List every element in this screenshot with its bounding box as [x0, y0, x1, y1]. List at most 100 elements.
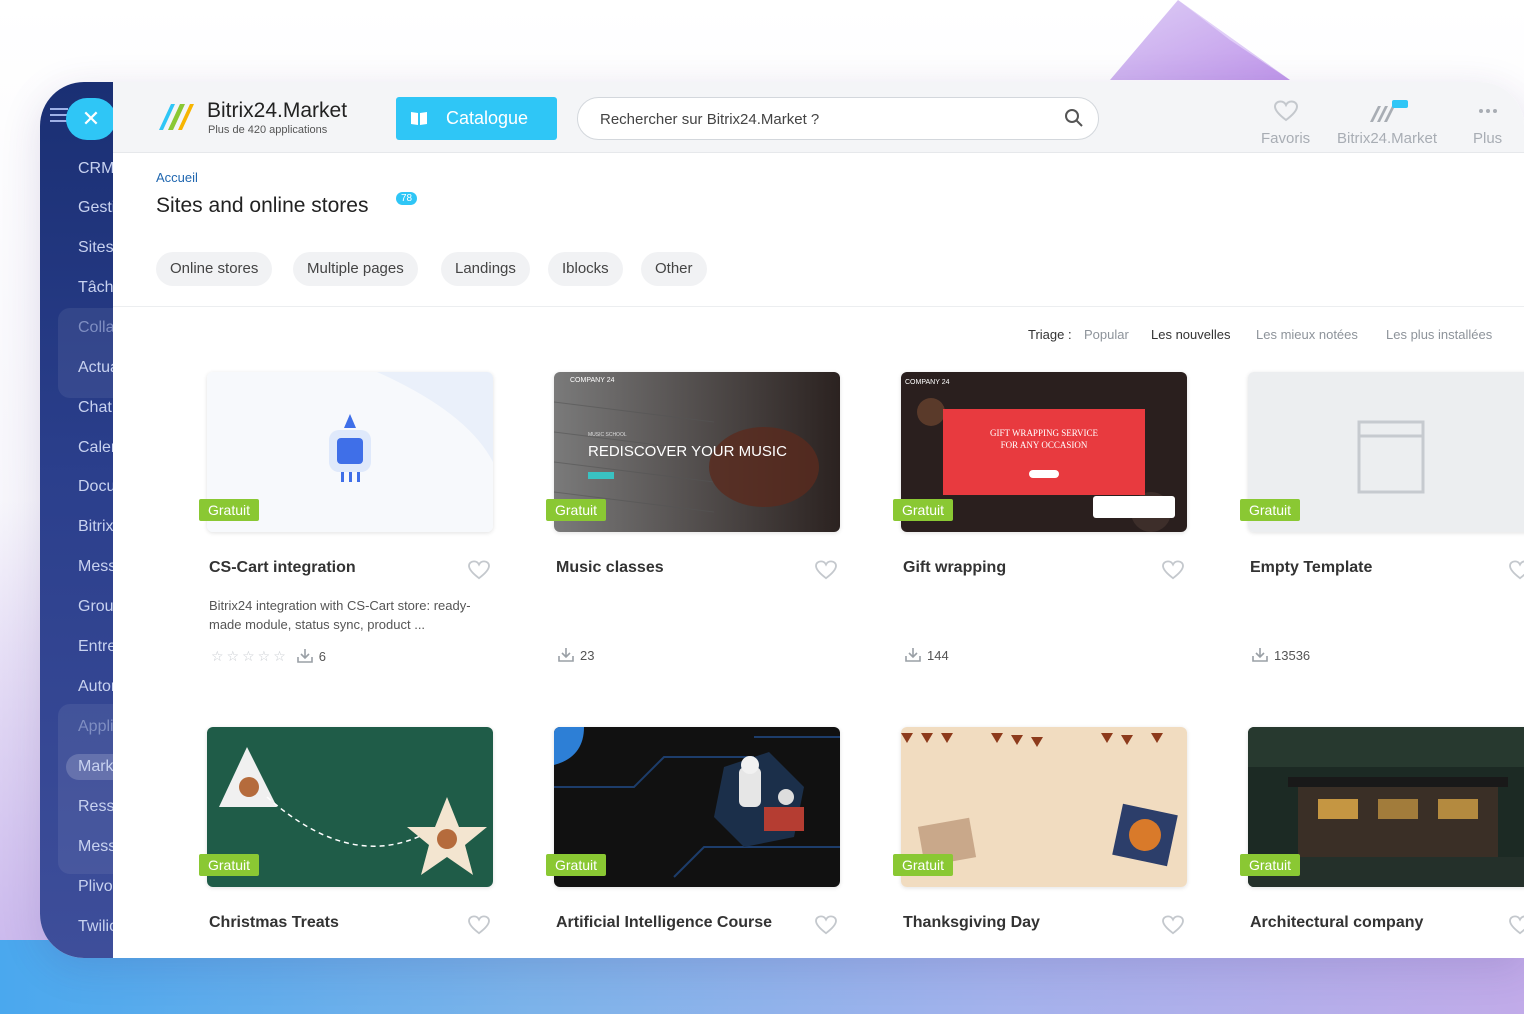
- sidebar-item-chat[interactable]: Chat: [78, 399, 113, 417]
- sidebar-item-messages[interactable]: Messages: [78, 838, 113, 856]
- card-title[interactable]: Architectural company: [1250, 914, 1423, 932]
- favorite-heart-icon[interactable]: [814, 560, 838, 585]
- free-badge: Gratuit: [199, 854, 260, 876]
- card-stats: 13536: [1252, 648, 1310, 665]
- install-count: 6: [318, 649, 326, 664]
- sidebar-item-crm[interactable]: CRM: [78, 160, 113, 178]
- install-count: 23: [580, 648, 595, 663]
- favorites-button[interactable]: Favoris: [1261, 100, 1310, 147]
- card-title[interactable]: Empty Template: [1250, 559, 1372, 577]
- market-header: Bitrix24.Market Plus de 420 applications…: [113, 82, 1524, 153]
- card-title[interactable]: Music classes: [556, 559, 664, 577]
- search-box[interactable]: [577, 97, 1099, 140]
- left-sidebar: ✕ CRM Gestion Sites Tâches Collaboration Actu…: [40, 82, 116, 958]
- close-button[interactable]: ✕: [66, 98, 116, 140]
- app-window: ✕ CRM Gestion Sites Tâches Collaboration Actu…: [40, 82, 1524, 958]
- sort-option-les-mieux-not-es[interactable]: Les mieux notées: [1256, 327, 1358, 342]
- crystal-decoration: [1110, 0, 1290, 80]
- sidebar-item-entreprise[interactable]: Entreprise: [78, 638, 113, 656]
- favorite-heart-icon[interactable]: [467, 915, 491, 940]
- market-home-label: Bitrix24.Market: [1337, 130, 1438, 147]
- favorite-heart-icon[interactable]: [1161, 560, 1185, 585]
- card-stats: 144: [905, 648, 949, 665]
- more-button[interactable]: Plus: [1473, 100, 1502, 147]
- sidebar-item-messagerie[interactable]: Messagerie: [78, 558, 113, 576]
- filter-chip-other[interactable]: Other: [641, 252, 707, 286]
- sort-option-popular[interactable]: Popular: [1084, 327, 1129, 342]
- favorite-heart-icon[interactable]: [814, 915, 838, 940]
- free-badge: Gratuit: [199, 499, 260, 521]
- favorite-heart-icon[interactable]: [1508, 560, 1524, 585]
- card-title[interactable]: Gift wrapping: [903, 559, 1006, 577]
- sidebar-item-sites[interactable]: Sites: [78, 239, 113, 257]
- catalogue-label: Catalogue: [446, 108, 529, 128]
- favorite-heart-icon[interactable]: [467, 560, 491, 585]
- sidebar-item-gestion[interactable]: Gestion: [78, 199, 113, 217]
- app-card-christmas-treats[interactable]: Gratuit Christmas Treats: [199, 727, 507, 958]
- sort-option-les-plus-install-es[interactable]: Les plus installées: [1386, 327, 1492, 342]
- logo-subtitle: Plus de 420 applications: [208, 124, 328, 136]
- sidebar-item-ressources[interactable]: Ressources: [78, 798, 113, 816]
- app-card-gift-wrapping[interactable]: GIFT WRAPPING SERVICE FOR ANY OCCASION C…: [893, 372, 1201, 672]
- filter-chip-online-stores[interactable]: Online stores: [156, 252, 273, 286]
- logo-title[interactable]: Bitrix24.Market: [207, 99, 347, 123]
- sidebar-item-market[interactable]: Market: [78, 758, 113, 776]
- sort-label: Triage :: [1028, 327, 1072, 342]
- svg-text:GIFT WRAPPING SERVICE: GIFT WRAPPING SERVICE: [990, 428, 1098, 438]
- svg-text:FOR ANY OCCASION: FOR ANY OCCASION: [1001, 440, 1088, 450]
- heart-icon: [1273, 100, 1298, 122]
- filter-chip-iblocks[interactable]: Iblocks: [548, 252, 623, 286]
- svg-text:COMPANY 24: COMPANY 24: [905, 379, 950, 386]
- favorite-heart-icon[interactable]: [1161, 915, 1185, 940]
- rating-stars-icon: ☆☆☆☆☆: [211, 648, 289, 664]
- search-icon[interactable]: [1064, 108, 1084, 128]
- favorites-label: Favoris: [1261, 130, 1311, 147]
- sidebar-item-groupes[interactable]: Groupes: [78, 598, 113, 616]
- card-title[interactable]: Artificial Intelligence Course: [556, 914, 772, 932]
- sidebar-item-applications[interactable]: Applications: [78, 718, 113, 736]
- install-count: 13536: [1274, 648, 1311, 663]
- more-dots-icon: [1478, 109, 1497, 113]
- app-card-artificial-intelligence-course[interactable]: Gratuit Artificial Intelligence Course: [546, 727, 854, 958]
- card-title[interactable]: CS-Cart integration: [209, 559, 356, 577]
- sidebar-item-documents[interactable]: Documents: [78, 478, 113, 496]
- free-badge: Gratuit: [893, 499, 954, 521]
- sidebar-item-calendrier[interactable]: Calendrier: [78, 439, 113, 457]
- market-home-button[interactable]: Bitrix24.Market: [1337, 100, 1437, 147]
- market-logo-icon: [1370, 100, 1409, 122]
- filter-chip-landings[interactable]: Landings: [441, 252, 530, 286]
- app-card-music-classes[interactable]: COMPANY 24 MUSIC SCHOOL REDISCOVER YOUR …: [546, 372, 854, 672]
- filter-chip-multiple-pages[interactable]: Multiple pages: [293, 252, 418, 286]
- card-stats: 23: [558, 648, 594, 665]
- sidebar-item-plivo[interactable]: Plivo: [78, 878, 113, 896]
- svg-text:REDISCOVER YOUR MUSIC: REDISCOVER YOUR MUSIC: [588, 443, 787, 460]
- svg-text:MUSIC SCHOOL: MUSIC SCHOOL: [588, 432, 627, 438]
- sidebar-item-twilio[interactable]: Twilio: [78, 918, 113, 936]
- sidebar-item-actualit-s[interactable]: Actualités: [78, 359, 113, 377]
- free-badge: Gratuit: [546, 499, 607, 521]
- install-count: 144: [927, 648, 949, 663]
- download-icon: [296, 649, 313, 666]
- card-title[interactable]: Christmas Treats: [209, 914, 339, 932]
- app-card-architectural-company[interactable]: Gratuit Architectural company: [1240, 727, 1524, 958]
- market-logo-icon[interactable]: [157, 100, 195, 132]
- catalogue-button[interactable]: Catalogue: [396, 97, 557, 140]
- sidebar-item-t-ches[interactable]: Tâches: [78, 279, 113, 297]
- favorite-heart-icon[interactable]: [1508, 915, 1524, 940]
- market-main: Bitrix24.Market Plus de 420 applications…: [113, 82, 1524, 958]
- free-badge: Gratuit: [1240, 854, 1301, 876]
- book-icon: [411, 112, 427, 125]
- more-label: Plus: [1473, 130, 1503, 147]
- app-card-cs-cart-integration[interactable]: Gratuit CS-Cart integration Bitrix24 integ…: [199, 372, 507, 672]
- search-input[interactable]: [598, 107, 1052, 131]
- card-title[interactable]: Thanksgiving Day: [903, 914, 1040, 932]
- sidebar-item-automatisation[interactable]: Automatisation: [78, 678, 113, 696]
- thumb-brand-music: COMPANY 24: [570, 377, 615, 384]
- breadcrumb[interactable]: Accueil: [156, 170, 198, 185]
- app-card-thanksgiving-day[interactable]: Gratuit Thanksgiving Day: [893, 727, 1201, 958]
- sidebar-item-collaboration[interactable]: Collaboration: [78, 319, 113, 337]
- sidebar-item-bitrix[interactable]: Bitrix: [78, 518, 113, 536]
- free-badge: Gratuit: [893, 854, 954, 876]
- sort-option-les-nouvelles[interactable]: Les nouvelles: [1151, 327, 1231, 342]
- app-card-empty-template[interactable]: Gratuit Empty Template 13536: [1240, 372, 1524, 672]
